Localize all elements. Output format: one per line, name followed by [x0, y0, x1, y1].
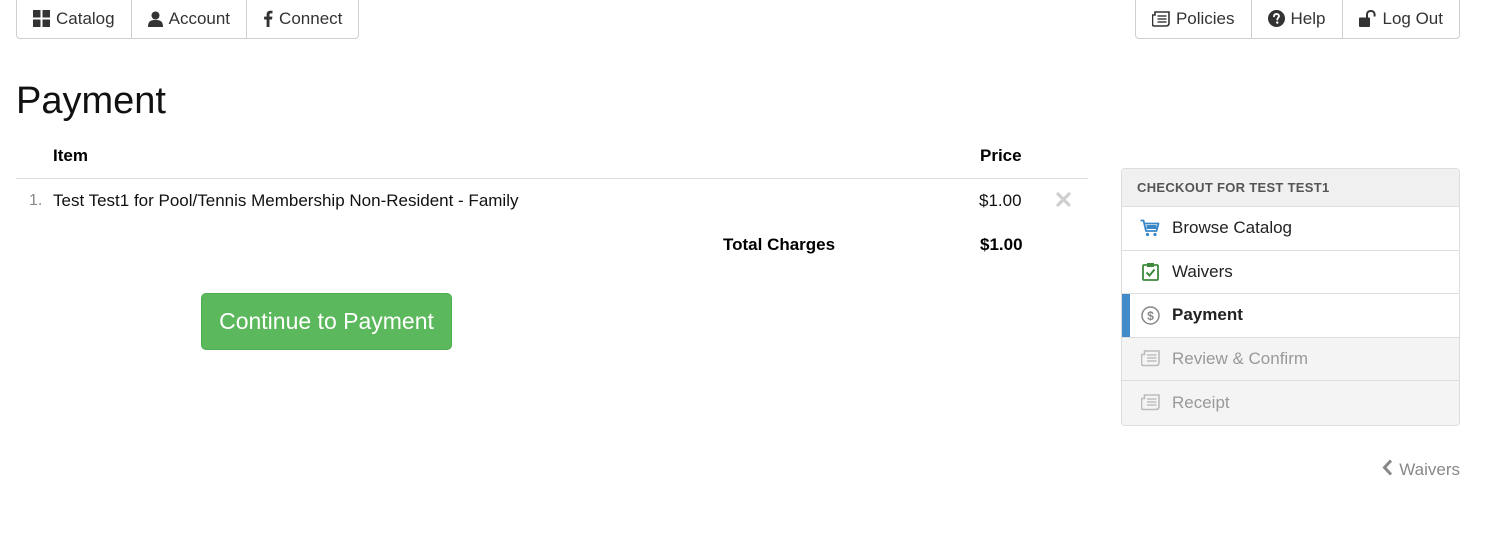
nav-help-label: Help [1290, 8, 1326, 28]
nav-help-button[interactable]: Help [1252, 0, 1343, 38]
step-review-confirm: Review & Confirm [1122, 337, 1459, 381]
user-icon [147, 11, 163, 27]
facebook-icon [263, 10, 273, 27]
item-price: $1.00 [979, 191, 1022, 210]
nav-policies-button[interactable]: Policies [1136, 0, 1252, 38]
step-label: Waivers [1172, 261, 1233, 281]
item-description: Test Test1 for Pool/Tennis Membership No… [53, 191, 519, 210]
nav-logout-label: Log Out [1382, 8, 1444, 28]
step-label: Review & Confirm [1172, 348, 1309, 368]
chevron-left-icon [1382, 459, 1393, 481]
main-nav: Catalog Account Connect [16, 0, 360, 39]
step-receipt: Receipt [1122, 381, 1459, 425]
row-number: 1. [29, 192, 43, 209]
table-row: 1. Test Test1 for Pool/Tennis Membership… [16, 179, 1088, 223]
step-label: Payment [1172, 305, 1243, 325]
step-waivers[interactable]: Waivers [1122, 251, 1459, 294]
nav-catalog-label: Catalog [56, 8, 115, 28]
checkout-panel-title: CHECKOUT FOR TEST TEST1 [1122, 169, 1459, 207]
nav-policies-label: Policies [1175, 8, 1235, 28]
remove-item-icon[interactable] [1056, 192, 1071, 212]
step-browse-catalog[interactable]: Browse Catalog [1122, 207, 1459, 251]
total-charges-label: Total Charges [723, 235, 836, 254]
document-icon [1140, 349, 1160, 369]
step-label: Receipt [1172, 392, 1230, 412]
column-header-price: Price [980, 146, 1022, 165]
back-to-waivers-link[interactable]: Waivers [1382, 459, 1460, 481]
grid-icon [33, 10, 50, 27]
question-icon [1267, 10, 1285, 27]
dollar-circle-icon: $ [1140, 305, 1160, 325]
page-title: Payment [16, 80, 166, 122]
back-link-label: Waivers [1399, 460, 1460, 479]
document-icon [1140, 393, 1160, 413]
unlock-icon [1358, 10, 1377, 27]
continue-to-payment-button[interactable]: Continue to Payment [201, 293, 452, 350]
nav-logout-button[interactable]: Log Out [1343, 0, 1460, 38]
step-payment[interactable]: $ Payment [1122, 294, 1459, 338]
document-icon [1151, 10, 1170, 27]
svg-text:$: $ [1147, 309, 1154, 323]
checkout-steps-panel: CHECKOUT FOR TEST TEST1 Browse Catalog W… [1121, 168, 1460, 426]
cart-table-header: Item Price [16, 138, 1088, 179]
cart-table: Item Price 1. Test Test1 for Pool/Tennis… [16, 138, 1088, 269]
step-label: Browse Catalog [1172, 218, 1293, 238]
total-row: Total Charges $1.00 [16, 223, 1088, 269]
nav-connect-label: Connect [279, 8, 343, 28]
cart-icon [1140, 218, 1160, 238]
nav-account-label: Account [168, 8, 231, 28]
utility-nav: Policies Help Log Out [1134, 0, 1460, 39]
nav-connect-button[interactable]: Connect [247, 0, 358, 38]
column-header-item: Item [53, 146, 88, 165]
nav-account-button[interactable]: Account [132, 0, 248, 38]
total-charges-value: $1.00 [980, 235, 1023, 254]
clipboard-check-icon [1140, 262, 1160, 282]
nav-catalog-button[interactable]: Catalog [17, 0, 132, 38]
